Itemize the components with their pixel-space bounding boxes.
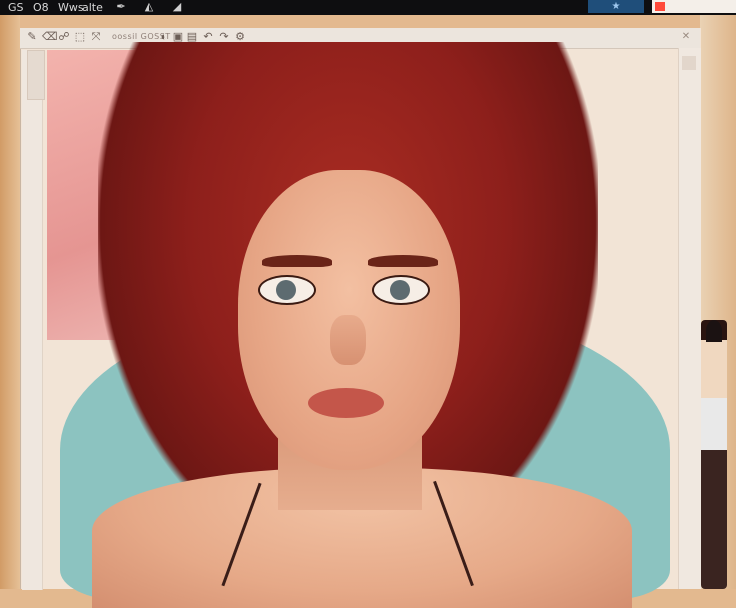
star-icon: ★ (611, 1, 621, 12)
pencil-tip (706, 320, 722, 342)
artwork-right-brow (368, 255, 438, 267)
top-bar-label-3: Wws (58, 1, 84, 14)
smudge-icon[interactable]: ☍ (58, 31, 70, 43)
top-bar-label-4: alte (82, 1, 103, 14)
artwork-nose (330, 315, 366, 365)
artwork-left-brow (262, 255, 332, 267)
pencil-object (701, 320, 727, 589)
right-tool-rail (678, 48, 701, 589)
artwork-left-eye (258, 275, 316, 305)
canvas-scroll-thumb[interactable] (27, 50, 45, 100)
adjust-icon[interactable]: ◢ (170, 1, 184, 13)
layers-icon[interactable]: ◭ (142, 1, 156, 13)
pen-tool-icon[interactable]: ✒ (114, 1, 128, 13)
select-icon[interactable]: ⬚ (74, 31, 86, 43)
rail-button-1[interactable] (682, 56, 696, 70)
artwork-iris (276, 280, 296, 300)
eraser-icon[interactable]: ⌫ (42, 31, 58, 43)
share-button[interactable]: ★ (588, 0, 644, 13)
artwork-right-eye (372, 275, 430, 305)
vertical-ruler (22, 50, 43, 590)
top-bar-label-1: GS (8, 1, 24, 14)
artwork-iris (390, 280, 410, 300)
record-indicator[interactable] (655, 2, 665, 11)
desk-surface-left (0, 15, 20, 589)
top-bar-label-2: O8 (33, 1, 49, 14)
artwork-lips (308, 388, 384, 418)
close-icon[interactable]: ✕ (680, 31, 692, 43)
brush-icon[interactable]: ✎ (26, 31, 38, 43)
system-top-bar: GS O8 Wws alte ✒ ◭ ◢ ★ (0, 0, 736, 15)
